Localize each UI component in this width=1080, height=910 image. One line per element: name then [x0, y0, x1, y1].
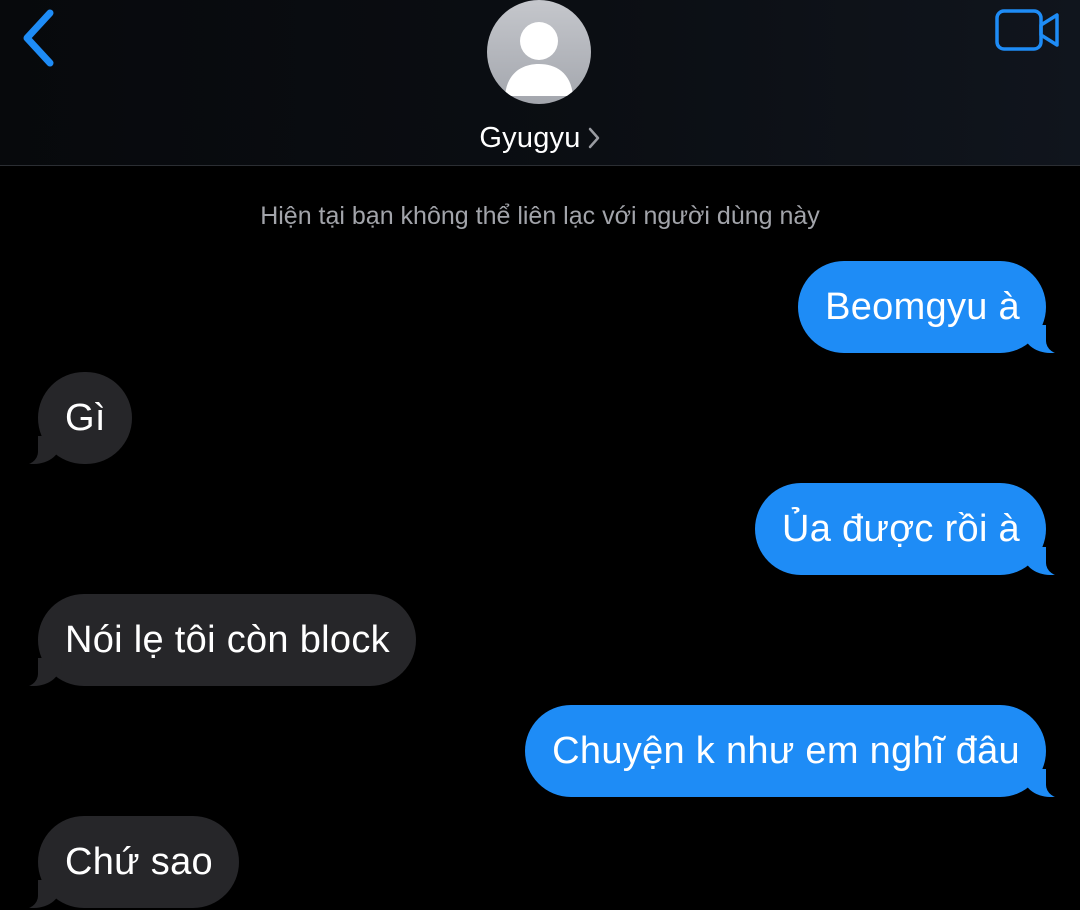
video-camera-icon — [994, 8, 1062, 52]
outgoing-message-bubble[interactable]: Beomgyu à — [798, 261, 1070, 355]
person-avatar-icon — [487, 0, 591, 104]
contact-name: Gyugyu — [479, 121, 581, 154]
outgoing-message-bubble[interactable]: Chuyện k như em nghĩ đâu — [525, 705, 1070, 799]
back-button[interactable] — [14, 4, 70, 70]
unavailable-notice: Hiện tại bạn không thể liên lạc với ngườ… — [260, 202, 820, 230]
message-text: Gì — [65, 397, 106, 439]
chevron-right-icon — [587, 125, 601, 151]
message-text: Nói lẹ tôi còn block — [65, 619, 390, 661]
chevron-left-icon — [14, 4, 70, 70]
contact-avatar[interactable] — [487, 0, 591, 104]
incoming-message-bubble[interactable]: Nói lẹ tôi còn block — [14, 594, 416, 688]
message-text: Ủa được rồi à — [781, 508, 1020, 550]
incoming-message-bubble[interactable]: Chứ sao — [14, 816, 239, 910]
message-text: Chứ sao — [65, 841, 213, 883]
outgoing-message-bubble[interactable]: Ủa được rồi à — [754, 483, 1071, 577]
message-text: Beomgyu à — [825, 286, 1020, 328]
video-call-button[interactable] — [994, 8, 1062, 52]
message-text: Chuyện k như em nghĩ đâu — [552, 730, 1020, 772]
conversation-header: Gyugyu — [0, 0, 1080, 166]
contact-name-button[interactable]: Gyugyu — [0, 117, 1080, 159]
incoming-message-bubble[interactable]: Gì — [14, 372, 132, 466]
